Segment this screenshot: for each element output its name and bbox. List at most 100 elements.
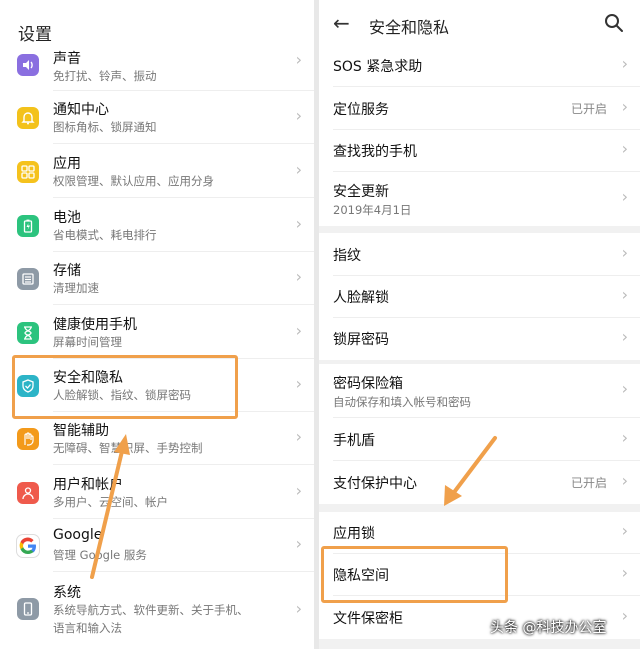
settings-item-label: 智能辅助: [53, 423, 109, 439]
chevron-right-icon: ›: [621, 187, 628, 206]
settings-item-label: 应用: [53, 156, 81, 172]
chevron-right-icon: ›: [621, 285, 628, 304]
status-label: 已开启: [570, 102, 607, 116]
security-item[interactable]: 密码保险箱自动保存和填入帐号和密码 ›: [319, 364, 640, 418]
security-item-label: 查找我的手机: [333, 144, 417, 160]
settings-item[interactable]: 存储清理加速 ›: [0, 252, 314, 305]
settings-panel: 设置 声音 免打扰、铃声、振动 › 通知中心 图标角标、锁屏通知 › 应用 权限管理、默认应用…: [0, 0, 314, 649]
settings-item-subtitle: 免打扰、铃声、振动: [53, 69, 157, 83]
row-separator: [53, 304, 314, 305]
settings-item-subtitle: 清理加速: [53, 281, 99, 295]
back-arrow-icon[interactable]: ←: [333, 11, 350, 35]
settings-group: 指纹 › 人脸解锁 › 锁屏密码 ›: [319, 233, 640, 360]
security-item-subtitle: 自动保存和填入帐号和密码: [333, 395, 471, 409]
row-separator: [53, 197, 314, 198]
security-item[interactable]: 手机盾 ›: [319, 418, 640, 461]
settings-item[interactable]: 电池 省电模式、耗电排行 ›: [0, 199, 314, 252]
header: ← 安全和隐私: [319, 0, 640, 48]
settings-item[interactable]: 用户和帐户多用户、云空间、帐户 ›: [0, 466, 314, 519]
settings-item-label: 存储: [53, 263, 81, 279]
security-item[interactable]: 安全更新 2019年4月1日 ›: [319, 172, 640, 226]
chevron-right-icon: ›: [621, 379, 628, 398]
security-item[interactable]: 锁屏密码 ›: [319, 318, 640, 360]
security-item-label: 锁屏密码: [333, 332, 389, 348]
chevron-right-icon: ›: [295, 481, 302, 500]
chevron-right-icon: ›: [295, 160, 302, 179]
settings-item-label: 用户和帐户: [53, 477, 123, 493]
hourglass-icon: [17, 322, 39, 344]
settings-item-subtitle: 系统导航方式、软件更新、关于手机、: [53, 603, 249, 617]
chevron-right-icon: ›: [621, 97, 628, 116]
watermark: 头条 @科技办公室: [490, 620, 607, 636]
settings-item[interactable]: 声音 免打扰、铃声、振动 ›: [0, 46, 314, 91]
highlight-box-security: [12, 355, 238, 419]
chevron-right-icon: ›: [621, 606, 628, 625]
row-separator: [53, 143, 314, 144]
security-item-label: 人脸解锁: [333, 290, 389, 306]
settings-item[interactable]: 健康使用手机 屏幕时间管理 ›: [0, 306, 314, 359]
settings-item-subtitle: 多用户、云空间、帐户: [53, 495, 168, 509]
search-icon[interactable]: [604, 13, 624, 33]
chevron-right-icon: ›: [295, 267, 302, 286]
settings-item[interactable]: 智能辅助无障碍、智慧识屏、手势控制 ›: [0, 412, 314, 465]
security-item[interactable]: 定位服务 已开启 ›: [319, 87, 640, 130]
chevron-right-icon: ›: [295, 106, 302, 125]
settings-item-subtitle: 屏幕时间管理: [53, 335, 122, 349]
settings-item-subtitle: 管理 Google 服务: [53, 548, 147, 562]
settings-item-subtitle: 权限管理、默认应用、应用分身: [53, 174, 214, 188]
settings-item-label: 声音: [53, 51, 81, 67]
sound-icon: [17, 54, 39, 76]
settings-item[interactable]: 通知中心图标角标、锁屏通知 ›: [0, 92, 314, 144]
security-item-subtitle: 2019年4月1日: [333, 203, 412, 217]
chevron-right-icon: ›: [295, 427, 302, 446]
chevron-right-icon: ›: [295, 321, 302, 340]
chevron-right-icon: ›: [295, 214, 302, 233]
settings-item-subtitle: 图标角标、锁屏通知: [53, 120, 157, 134]
header-title: 安全和隐私: [369, 18, 450, 37]
chevron-right-icon: ›: [621, 327, 628, 346]
user-icon: [17, 482, 39, 504]
chevron-right-icon: ›: [621, 54, 628, 73]
security-item[interactable]: SOS 紧急求助 ›: [319, 44, 640, 87]
status-label: 已开启: [570, 476, 607, 490]
chevron-right-icon: ›: [621, 471, 628, 490]
security-item[interactable]: 查找我的手机 ›: [319, 130, 640, 172]
security-item-label: 支付保护中心: [333, 476, 417, 492]
settings-item-subtitle-2: 语言和输入法: [53, 621, 122, 635]
security-item-label: SOS 紧急求助: [333, 59, 423, 75]
settings-item-label: 系统: [53, 585, 81, 601]
chevron-right-icon: ›: [621, 243, 628, 262]
settings-item-label: Google: [53, 527, 103, 543]
chevron-right-icon: ›: [621, 428, 628, 447]
security-item-label: 文件保密柜: [333, 611, 403, 627]
settings-group: SOS 紧急求助 › 定位服务 已开启 › 查找我的手机 › 安全更新 2019年4月1日 ›: [319, 44, 640, 226]
chevron-right-icon: ›: [295, 374, 302, 393]
settings-item-subtitle: 无障碍、智慧识屏、手势控制: [53, 441, 203, 455]
chevron-right-icon: ›: [621, 139, 628, 158]
chevron-right-icon: ›: [621, 521, 628, 540]
security-item-label: 定位服务: [333, 102, 389, 118]
row-separator: [53, 90, 314, 91]
settings-group: 密码保险箱自动保存和填入帐号和密码 › 手机盾 › 支付保护中心 已开启 ›: [319, 364, 640, 504]
settings-item[interactable]: 应用权限管理、默认应用、应用分身 ›: [0, 145, 314, 198]
security-item[interactable]: 指纹 ›: [319, 233, 640, 276]
phone-system-icon: [17, 598, 39, 620]
security-item[interactable]: 支付保护中心 已开启 ›: [319, 461, 640, 504]
settings-item[interactable]: 系统系统导航方式、软件更新、关于手机、 语言和输入法 ›: [0, 572, 314, 649]
security-item-label: 密码保险箱: [333, 376, 403, 392]
chevron-right-icon: ›: [295, 599, 302, 618]
security-item-label: 手机盾: [333, 433, 375, 449]
chevron-right-icon: ›: [621, 563, 628, 582]
hand-icon: [17, 428, 39, 450]
settings-item[interactable]: Google 管理 Google 服务 ›: [0, 519, 314, 572]
bell-icon: [17, 107, 39, 129]
settings-item-label: 通知中心: [53, 102, 109, 118]
apps-grid-icon: [17, 161, 39, 183]
security-item-label: 安全更新: [333, 184, 389, 200]
chevron-right-icon: ›: [295, 534, 302, 553]
row-separator: [53, 464, 314, 465]
security-item-label: 指纹: [333, 248, 361, 264]
page-title: 设置: [18, 25, 52, 45]
security-item[interactable]: 人脸解锁 ›: [319, 276, 640, 318]
battery-icon: [17, 215, 39, 237]
